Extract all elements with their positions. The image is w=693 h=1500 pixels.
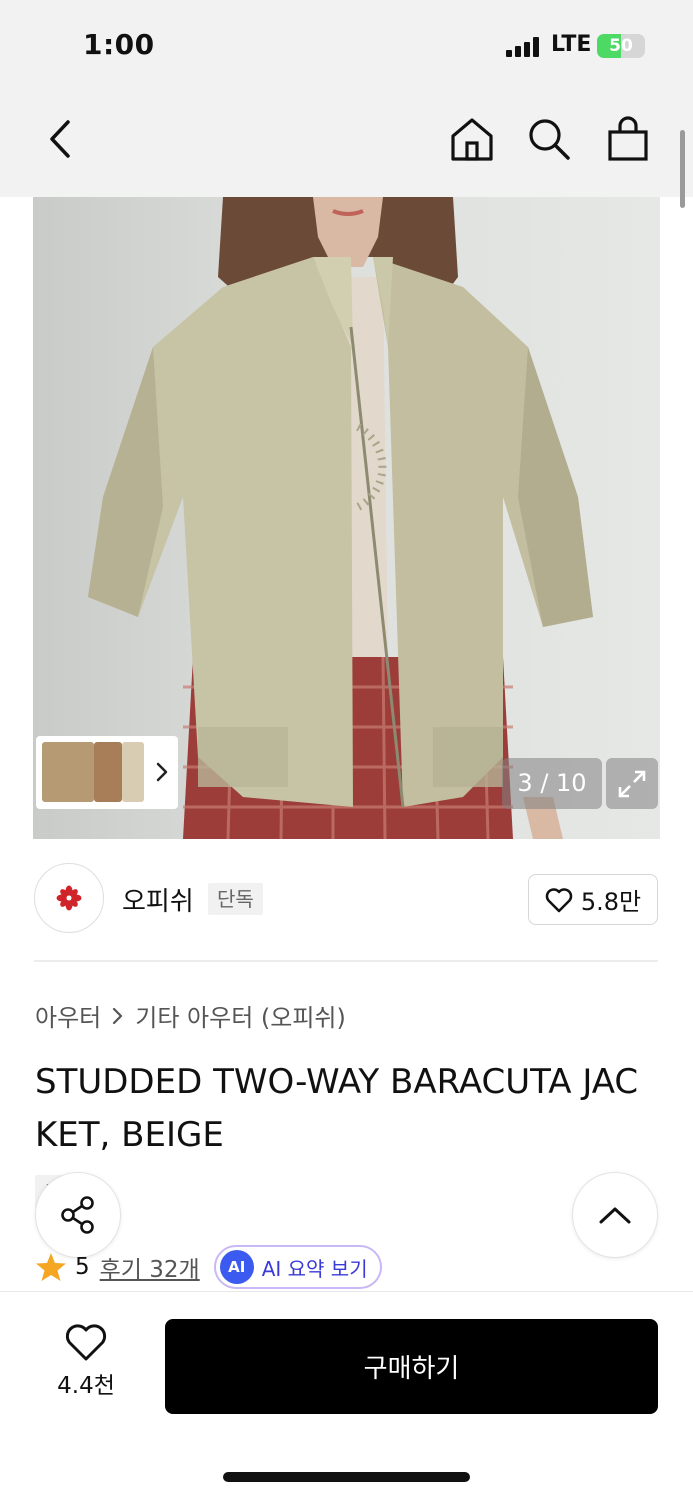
buy-button[interactable]: 구매하기 (165, 1319, 658, 1414)
product-image[interactable]: 3 / 10 (33, 197, 660, 839)
wishlist-count: 4.4천 (57, 1373, 115, 1399)
thumbnail-1[interactable] (42, 742, 94, 802)
home-button[interactable] (447, 114, 497, 164)
rating-row: 5 후기 32개 AI AI 요약 보기 (35, 1245, 382, 1289)
breadcrumb: 아우터 기타 아우터 (오피쉬) (35, 998, 346, 1033)
brand-exclusive-badge: 단독 (208, 883, 263, 915)
share-icon (61, 1196, 94, 1234)
chevron-right-icon (113, 1007, 123, 1024)
thumbnail-3[interactable] (122, 742, 144, 802)
status-bar: 1:00 LTE 50 (0, 0, 693, 92)
brand-row: 오피쉬 단독 5.8만 (34, 863, 658, 935)
shopping-bag-icon (608, 116, 648, 161)
signal-icon (506, 37, 542, 57)
brand-like-count: 5.8만 (580, 888, 642, 916)
divider (34, 960, 658, 962)
breadcrumb-level1[interactable]: 아우터 (35, 998, 101, 1033)
scroll-indicator[interactable] (680, 130, 685, 208)
expand-button[interactable] (606, 758, 658, 809)
flower-icon (56, 885, 82, 911)
search-icon (529, 119, 570, 160)
home-icon (451, 118, 493, 161)
search-button[interactable] (524, 114, 574, 164)
back-button[interactable] (36, 114, 86, 164)
product-title: STUDDED TWO-WAY BARACUTA JACKET, BEIGE (35, 1062, 639, 1155)
wishlist-button[interactable]: 4.4천 (40, 1322, 132, 1402)
chevron-up-icon (599, 1207, 631, 1224)
image-counter: 3 / 10 (502, 758, 602, 809)
cart-button[interactable] (603, 114, 653, 164)
nav-bar (0, 92, 693, 197)
rating-score: 5 (75, 1254, 90, 1280)
scroll-top-button[interactable] (572, 1172, 658, 1258)
thumbnail-2[interactable] (94, 742, 122, 802)
home-indicator (223, 1472, 470, 1482)
top-area: 1:00 LTE 50 (0, 0, 693, 197)
review-link[interactable]: 후기 32개 (100, 1250, 200, 1284)
ai-badge: AI (219, 1250, 254, 1284)
battery-icon: 50 (597, 34, 645, 58)
battery-level: 50 (609, 36, 633, 56)
ai-summary-label: AI 요약 보기 (261, 1256, 368, 1281)
chevron-left-icon (50, 120, 70, 158)
network-label: LTE (551, 32, 592, 57)
heart-icon (545, 887, 573, 912)
brand-like-button[interactable]: 5.8만 (528, 874, 658, 925)
brand-name[interactable]: 오피쉬 (122, 881, 194, 918)
breadcrumb-level2[interactable]: 기타 아우터 (오피쉬) (135, 998, 346, 1033)
status-time: 1:00 (83, 28, 155, 61)
bottom-action-bar: 4.4천 구매하기 (0, 1291, 693, 1500)
ai-summary-button[interactable]: AI AI 요약 보기 (213, 1245, 382, 1289)
heart-icon (65, 1324, 107, 1361)
chevron-right-icon (156, 762, 168, 782)
brand-logo[interactable] (34, 863, 104, 933)
thumbnail-strip[interactable] (36, 736, 178, 809)
star-icon (36, 1253, 66, 1281)
expand-icon (618, 770, 646, 797)
